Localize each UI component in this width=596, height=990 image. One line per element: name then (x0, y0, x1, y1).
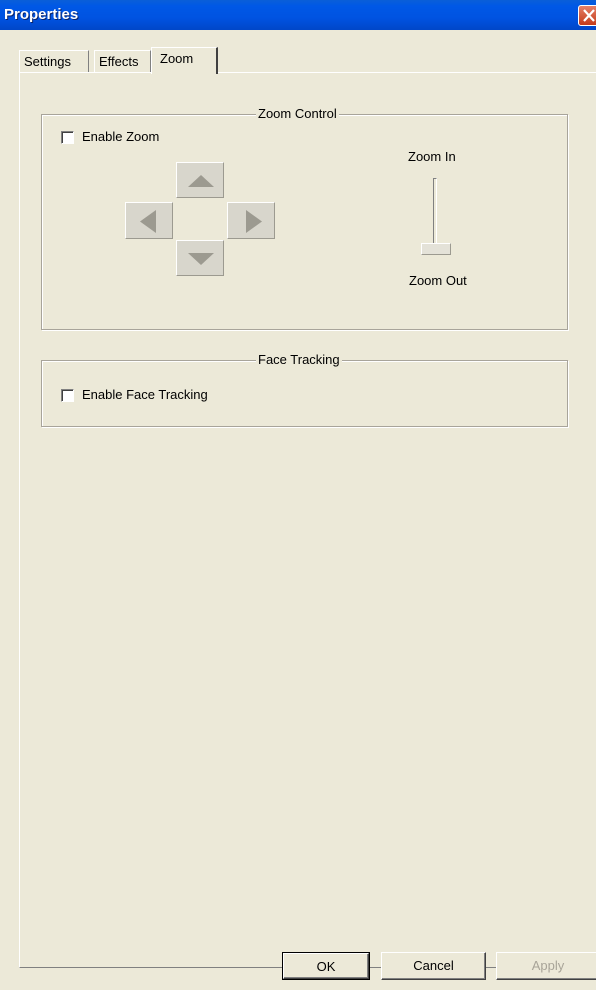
enable-face-tracking-checkbox[interactable] (61, 389, 74, 402)
tab-settings[interactable]: Settings (19, 50, 89, 72)
pan-left-button[interactable] (125, 202, 173, 239)
zoom-control-group (41, 114, 568, 330)
close-icon (583, 9, 595, 22)
ok-button[interactable]: OK (282, 952, 370, 980)
zoom-in-label: Zoom In (408, 149, 456, 164)
window-title: Properties (4, 6, 79, 23)
title-bar[interactable]: Properties (0, 0, 596, 30)
face-tracking-group-label: Face Tracking (256, 352, 342, 367)
zoom-control-group-label: Zoom Control (256, 106, 339, 121)
arrow-right-icon (246, 210, 262, 233)
arrow-up-icon (188, 175, 214, 187)
apply-button[interactable]: Apply (496, 952, 596, 980)
pan-up-button[interactable] (176, 162, 224, 198)
tab-zoom[interactable]: Zoom (151, 47, 218, 74)
zoom-slider-thumb[interactable] (421, 243, 451, 255)
pan-right-button[interactable] (227, 202, 275, 239)
cancel-button[interactable]: Cancel (381, 952, 486, 980)
enable-zoom-checkbox[interactable] (61, 131, 74, 144)
tab-effects[interactable]: Effects (94, 50, 151, 72)
zoom-out-label: Zoom Out (409, 273, 467, 288)
close-button[interactable] (578, 5, 596, 26)
enable-zoom-label[interactable]: Enable Zoom (82, 129, 159, 144)
enable-face-tracking-label[interactable]: Enable Face Tracking (82, 387, 208, 402)
arrow-left-icon (140, 210, 156, 233)
arrow-down-icon (188, 253, 214, 265)
pan-down-button[interactable] (176, 240, 224, 276)
properties-dialog: Properties Settings Effects Zoom Zoom Co… (0, 0, 596, 990)
